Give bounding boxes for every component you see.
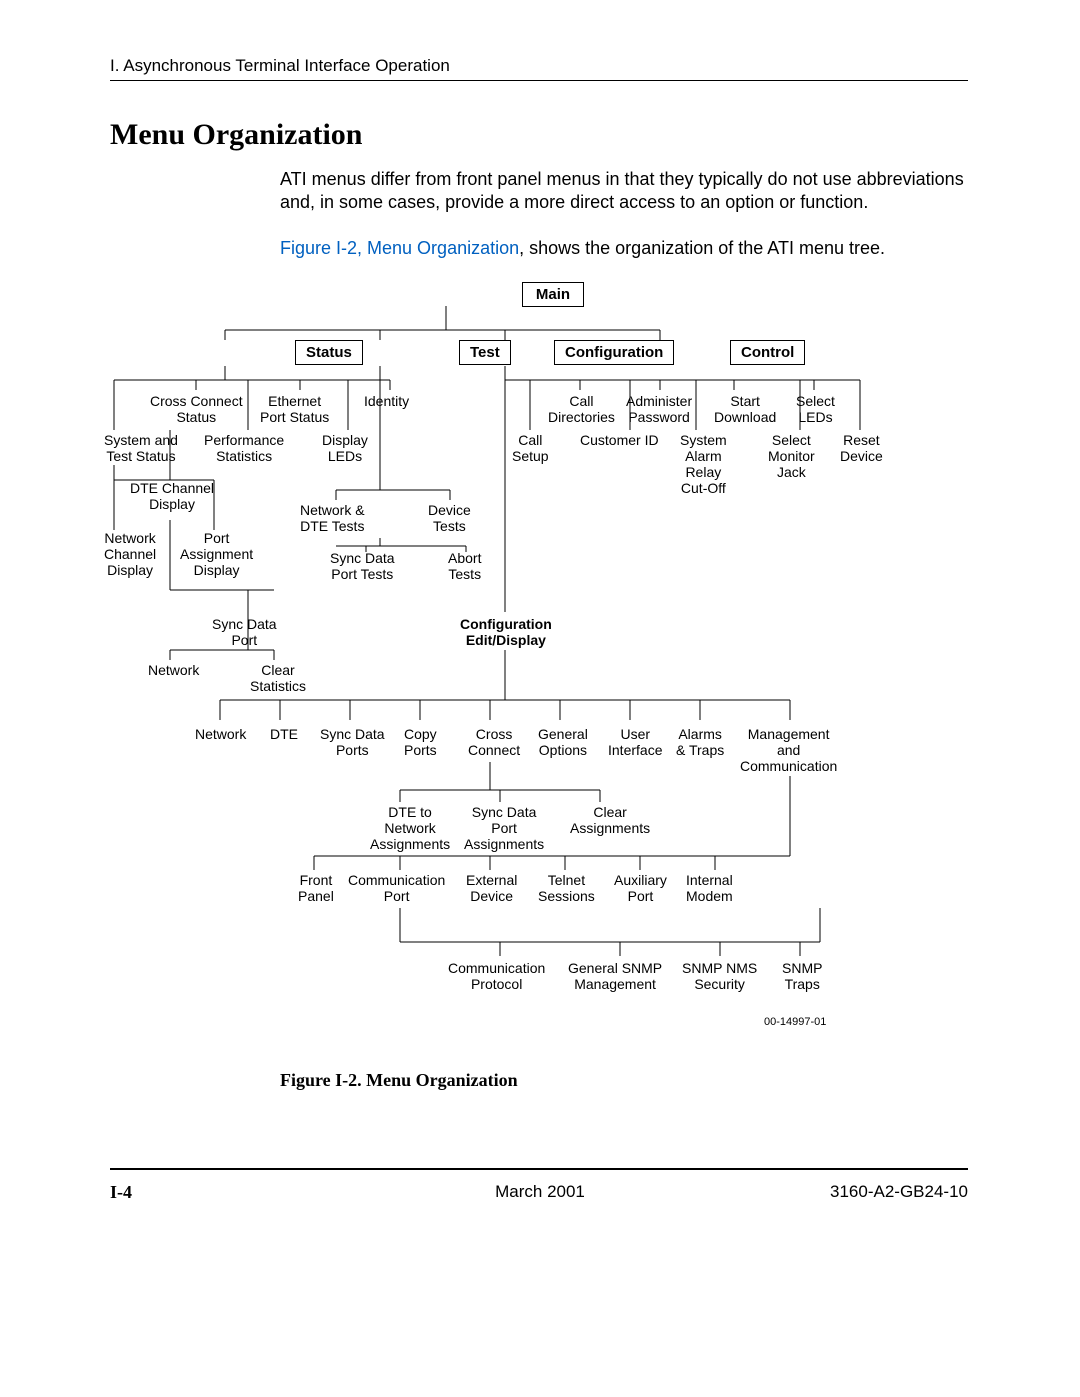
lbl-device-tests: DeviceTests bbox=[428, 502, 471, 534]
lbl-call-directories: CallDirectories bbox=[548, 393, 615, 425]
lbl-cp-snmp-mgmt: General SNMPManagement bbox=[568, 960, 662, 992]
lbl-reset-device: ResetDevice bbox=[840, 432, 883, 464]
paragraph-2-rest: , shows the organization of the ATI menu… bbox=[519, 238, 885, 258]
lbl-port-assignment-display: PortAssignmentDisplay bbox=[180, 530, 253, 578]
lbl-clear-stats: ClearStatistics bbox=[250, 662, 306, 694]
lbl-network-dte-tests: Network &DTE Tests bbox=[300, 502, 365, 534]
figure-crossref-link[interactable]: Figure I-2, Menu Organization bbox=[280, 238, 519, 258]
footer-docid: 3160-A2-GB24-10 bbox=[830, 1182, 968, 1202]
lbl-cp-snmp-traps: SNMPTraps bbox=[782, 960, 822, 992]
lbl-cp-protocol: CommunicationProtocol bbox=[448, 960, 545, 992]
lbl-performance-stats: PerformanceStatistics bbox=[204, 432, 284, 464]
lbl-administer-password: AdministerPassword bbox=[626, 393, 692, 425]
box-control: Control bbox=[730, 340, 805, 365]
page: I. Asynchronous Terminal Interface Opera… bbox=[0, 0, 1080, 1397]
lbl-system-test-status: System andTest Status bbox=[104, 432, 178, 464]
lbl-cfg-cross-connect: CrossConnect bbox=[468, 726, 520, 758]
lbl-cfg-network: Network bbox=[195, 726, 246, 742]
lbl-mc-external-device: ExternalDevice bbox=[466, 872, 517, 904]
lbl-mc-aux-port: AuxiliaryPort bbox=[614, 872, 667, 904]
lbl-select-leds: SelectLEDs bbox=[796, 393, 835, 425]
lbl-identity: Identity bbox=[364, 393, 409, 409]
lbl-customer-id: Customer ID bbox=[580, 432, 659, 448]
lbl-abort-tests: AbortTests bbox=[448, 550, 481, 582]
lbl-cfg-alarms-traps: Alarms& Traps bbox=[676, 726, 724, 758]
lbl-cfg-sync-data-ports: Sync DataPorts bbox=[320, 726, 385, 758]
lbl-sync-data-port-tests: Sync DataPort Tests bbox=[330, 550, 395, 582]
lbl-ethernet-port-status: EthernetPort Status bbox=[260, 393, 329, 425]
page-header: I. Asynchronous Terminal Interface Opera… bbox=[110, 56, 450, 76]
lbl-cp-snmp-sec: SNMP NMSSecurity bbox=[682, 960, 757, 992]
lbl-call-setup: CallSetup bbox=[512, 432, 549, 464]
lbl-mc-front-panel: FrontPanel bbox=[298, 872, 334, 904]
lbl-mc-telnet: TelnetSessions bbox=[538, 872, 595, 904]
lbl-mc-internal-modem: InternalModem bbox=[686, 872, 733, 904]
diagram-id: 00-14997-01 bbox=[764, 1016, 826, 1028]
figure-caption: Figure I-2. Menu Organization bbox=[280, 1070, 518, 1091]
paragraph-1: ATI menus differ from front panel menus … bbox=[280, 168, 970, 214]
header-rule bbox=[110, 80, 968, 81]
box-main: Main bbox=[522, 282, 584, 307]
box-status: Status bbox=[295, 340, 363, 365]
lbl-network-leaf: Network bbox=[148, 662, 199, 678]
paragraph-2: Figure I-2, Menu Organization, shows the… bbox=[280, 238, 970, 259]
lbl-display-leds: DisplayLEDs bbox=[322, 432, 368, 464]
section-title: Menu Organization bbox=[110, 118, 363, 152]
lbl-select-monitor-jack: SelectMonitorJack bbox=[768, 432, 815, 480]
lbl-start-download: StartDownload bbox=[714, 393, 776, 425]
lbl-cross-connect-status: Cross ConnectStatus bbox=[150, 393, 243, 425]
box-configuration: Configuration bbox=[554, 340, 674, 365]
lbl-sync-data-port: Sync DataPort bbox=[212, 616, 277, 648]
lbl-cfg-copy-ports: CopyPorts bbox=[404, 726, 437, 758]
lbl-cfg-user-interface: UserInterface bbox=[608, 726, 662, 758]
lbl-network-channel-display: NetworkChannelDisplay bbox=[104, 530, 156, 578]
lbl-cfg-general-options: GeneralOptions bbox=[538, 726, 588, 758]
lbl-cc-clear: ClearAssignments bbox=[570, 804, 650, 836]
lbl-mc-comm-port: CommunicationPort bbox=[348, 872, 445, 904]
footer-rule bbox=[110, 1168, 968, 1170]
box-test: Test bbox=[459, 340, 511, 365]
lbl-cfg-mgmt-comm: ManagementandCommunication bbox=[740, 726, 837, 774]
lbl-dte-channel-display: DTE ChannelDisplay bbox=[130, 480, 214, 512]
lbl-cfg-dte: DTE bbox=[270, 726, 298, 742]
lbl-cc-dte-net: DTE toNetworkAssignments bbox=[370, 804, 450, 852]
lbl-system-alarm: SystemAlarmRelayCut-Off bbox=[680, 432, 727, 496]
lbl-config-edit-display: ConfigurationEdit/Display bbox=[460, 616, 552, 648]
lbl-cc-sync-port: Sync DataPortAssignments bbox=[464, 804, 544, 852]
